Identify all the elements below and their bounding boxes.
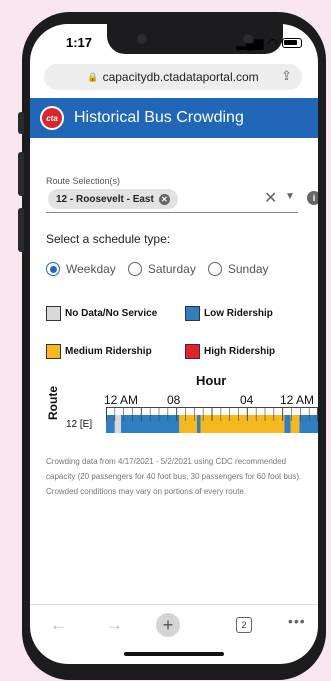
chart-title-hour: Hour <box>196 373 227 388</box>
info-icon[interactable]: i <box>307 191 318 205</box>
battery-icon <box>282 38 302 48</box>
signal-icon: ▂▄▆ <box>236 36 264 50</box>
phone-side-button <box>18 112 24 134</box>
route-selection-label: Route Selection(s) <box>46 176 121 186</box>
phone-screen: 1:17 ▂▄▆ ◠ 🔒 capacitydb.ctadataportal.co… <box>30 24 318 664</box>
legend-label-no-data: No Data/No Service <box>65 308 158 319</box>
radio-circle-sunday[interactable] <box>207 262 222 276</box>
schedule-type-label: Select a schedule type: <box>46 232 171 246</box>
legend-swatch-high <box>185 344 200 359</box>
phone-volume-up <box>18 152 24 196</box>
row-label: 12 [E] <box>66 419 93 430</box>
home-indicator <box>124 652 224 656</box>
radio-label-weekday: Weekday <box>66 262 116 276</box>
clear-selection-icon[interactable]: ✕ <box>264 188 277 208</box>
legend-high: High Ridership <box>185 344 275 359</box>
x-tick-label: 12 AM <box>280 393 315 407</box>
cta-logo: cta <box>40 106 64 130</box>
legend-no-data: No Data/No Service <box>46 306 157 321</box>
url-text: capacitydb.ctadataportal.com <box>102 70 259 84</box>
status-bar: 1:17 ▂▄▆ ◠ <box>30 24 318 62</box>
forward-arrow-icon[interactable]: → <box>106 615 123 635</box>
chip-remove-icon[interactable]: ✕ <box>158 193 170 205</box>
status-time: 1:17 <box>66 35 93 50</box>
status-icons: ▂▄▆ ◠ <box>237 36 302 50</box>
page-title: Historical Bus Crowding <box>74 109 244 126</box>
new-tab-plus-icon[interactable]: + <box>156 613 180 637</box>
legend-label-high: High Ridership <box>204 346 276 357</box>
crowding-heatmap <box>106 407 318 433</box>
dropdown-caret-icon[interactable]: ▼ <box>285 191 295 202</box>
tabs-count-button[interactable]: 2 <box>236 617 252 633</box>
x-tick-label: 12 AM <box>104 393 139 407</box>
heatmap-segment-none[interactable] <box>114 415 122 433</box>
phone-volume-down <box>18 208 24 252</box>
share-icon[interactable]: ⇪ <box>281 68 292 84</box>
camera-dot <box>137 34 147 44</box>
address-bar[interactable]: 🔒 capacitydb.ctadataportal.com ⇪ <box>44 64 302 90</box>
heatmap-segment-medium[interactable] <box>200 415 285 433</box>
wifi-icon: ◠ <box>267 36 278 50</box>
legend-label-medium: Medium Ridership <box>65 346 152 357</box>
radio-circle-saturday[interactable] <box>127 262 142 276</box>
heatmap-segment-medium[interactable] <box>290 415 300 433</box>
legend-medium: Medium Ridership <box>46 344 152 359</box>
heatmap-segment-low[interactable] <box>106 415 115 433</box>
legend-swatch-no-data <box>46 306 61 321</box>
radio-label-saturday: Saturday <box>147 262 196 276</box>
more-dots-icon[interactable]: ••• <box>288 613 306 629</box>
legend-low: Low Ridership <box>185 306 273 321</box>
y-axis-label-route: Route <box>46 386 60 420</box>
route-chip[interactable]: 12 - Roosevelt - East ✕ <box>48 189 178 209</box>
schedule-radio-group: Weekday Saturday Sunday <box>46 262 281 276</box>
radio-label-sunday: Sunday <box>227 262 269 276</box>
heatmap-segment-low[interactable] <box>284 415 291 433</box>
legend-swatch-medium <box>46 344 61 359</box>
x-tick-label: 08 <box>167 393 181 407</box>
cta-logo-text: cta <box>42 108 62 128</box>
heatmap-segment-low[interactable] <box>299 415 318 433</box>
x-tick-label: 04 <box>240 393 254 407</box>
crowding-note: Crowding data from 4/17/2021 - 5/2/2021 … <box>46 457 302 496</box>
app-header: cta Historical Bus Crowding <box>30 98 318 138</box>
legend-swatch-low <box>185 306 200 321</box>
route-chip-label: 12 - Roosevelt - East <box>56 193 154 205</box>
lock-icon: 🔒 <box>87 71 99 82</box>
radio-weekday[interactable]: Weekday <box>46 262 116 276</box>
radio-circle-weekday[interactable] <box>46 262 60 276</box>
radio-saturday[interactable]: Saturday <box>127 262 196 276</box>
radio-sunday[interactable]: Sunday <box>207 262 269 276</box>
select-underline <box>46 212 298 213</box>
back-arrow-icon[interactable]: ← <box>50 615 67 635</box>
legend-label-low: Low Ridership <box>204 308 273 319</box>
heatmap-segment-low[interactable] <box>196 415 201 433</box>
